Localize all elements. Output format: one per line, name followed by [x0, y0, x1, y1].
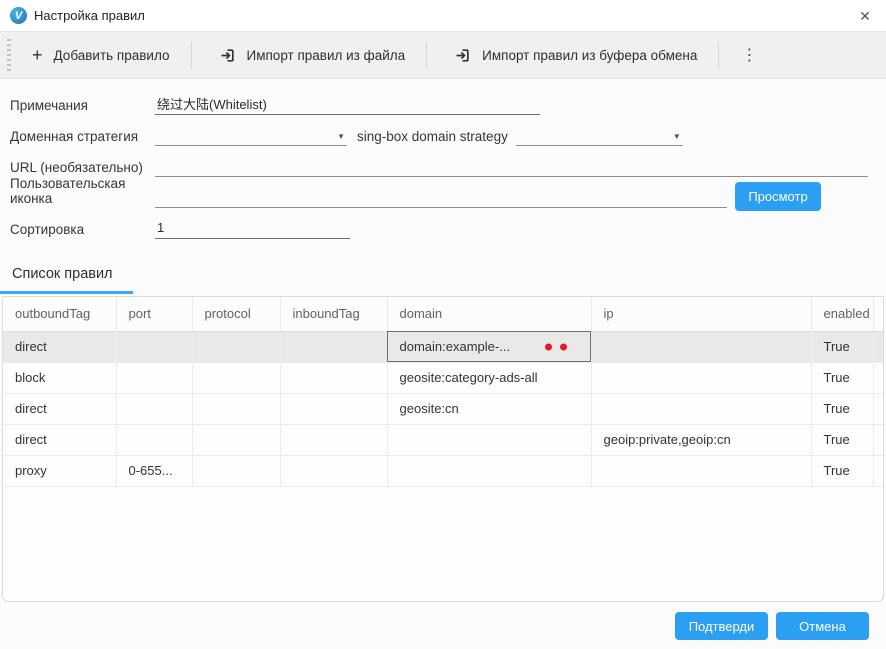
singbox-strategy-select[interactable]: ▼	[516, 126, 683, 146]
cell-spacer[interactable]	[873, 393, 884, 424]
cell-port[interactable]	[116, 424, 192, 455]
cell-enabled[interactable]: True	[811, 455, 873, 486]
cell-protocol[interactable]	[192, 393, 280, 424]
import-from-file-label: Импорт правил из файла	[247, 48, 406, 63]
cell-spacer[interactable]	[873, 455, 884, 486]
confirm-button[interactable]: Подтверди	[675, 612, 768, 640]
cell-outboundTag[interactable]: proxy	[3, 455, 116, 486]
table-row[interactable]: proxy0-655... True	[3, 455, 884, 486]
cell-outboundTag[interactable]: direct	[3, 331, 116, 362]
cell-domain[interactable]: geosite:category-ads-all	[387, 362, 591, 393]
cell-inboundTag[interactable]	[280, 455, 387, 486]
import-icon	[219, 47, 236, 64]
table-row[interactable]: direct domain:example-... True	[3, 331, 884, 362]
plus-icon: +	[32, 48, 43, 62]
toolbar-separator	[191, 41, 192, 69]
title-bar: V Настройка правил ✕	[0, 0, 886, 31]
column-header-inboundTag[interactable]: inboundTag	[280, 297, 387, 331]
cell-enabled[interactable]: True	[811, 362, 873, 393]
import-from-file-button[interactable]: Импорт правил из файла	[204, 38, 421, 73]
table-row[interactable]: direct geosite:cn True	[3, 393, 884, 424]
cell-ip[interactable]	[591, 455, 811, 486]
cell-port[interactable]: 0-655...	[116, 455, 192, 486]
cell-ip[interactable]	[591, 362, 811, 393]
sort-input[interactable]	[155, 218, 350, 239]
rules-table-header-row: outboundTagportprotocolinboundTagdomaini…	[3, 297, 884, 331]
tab-rules-list[interactable]: Список правил	[0, 260, 133, 294]
table-row[interactable]: block geosite:category-ads-all True	[3, 362, 884, 393]
cell-outboundTag[interactable]: block	[3, 362, 116, 393]
cell-inboundTag[interactable]	[280, 424, 387, 455]
cell-outboundTag[interactable]: direct	[3, 424, 116, 455]
tab-bar: Список правил	[0, 260, 133, 294]
rules-table-container: outboundTagportprotocolinboundTagdomaini…	[2, 296, 884, 602]
window-title: Настройка правил	[34, 8, 145, 23]
table-row[interactable]: direct geoip:private,geoip:cnTrue	[3, 424, 884, 455]
custom-icon-input[interactable]	[155, 187, 727, 208]
cell-protocol[interactable]	[192, 331, 280, 362]
red-dots-indicator	[545, 343, 567, 350]
rule-form: Примечания Доменная стратегия ▼ sing-box…	[10, 88, 886, 243]
column-header-protocol[interactable]: protocol	[192, 297, 280, 331]
domain-strategy-label: Доменная стратегия	[10, 129, 155, 150]
url-input[interactable]	[155, 156, 868, 177]
column-header-ip[interactable]: ip	[591, 297, 811, 331]
preview-button[interactable]: Просмотр	[735, 182, 821, 211]
custom-icon-label: Пользовательская иконка	[10, 176, 155, 212]
cell-port[interactable]	[116, 393, 192, 424]
toolbar-separator	[426, 41, 427, 69]
cell-ip[interactable]	[591, 393, 811, 424]
import-from-clipboard-label: Импорт правил из буфера обмена	[482, 48, 697, 63]
toolbar: + Добавить правило Импорт правил из файл…	[0, 31, 886, 79]
close-icon[interactable]: ✕	[856, 7, 874, 25]
cell-domain[interactable]: geosite:cn	[387, 393, 591, 424]
notes-label: Примечания	[10, 98, 155, 119]
toolbar-drag-handle[interactable]	[7, 39, 11, 71]
column-header-spacer	[873, 297, 884, 331]
cell-spacer[interactable]	[873, 424, 884, 455]
column-header-enabled[interactable]: enabled	[811, 297, 873, 331]
overflow-menu-icon[interactable]: ⋮	[725, 39, 773, 71]
cancel-button[interactable]: Отмена	[776, 612, 869, 640]
chevron-down-icon: ▼	[673, 132, 681, 141]
cell-protocol[interactable]	[192, 455, 280, 486]
rules-table: outboundTagportprotocolinboundTagdomaini…	[3, 297, 884, 487]
cell-port[interactable]	[116, 331, 192, 362]
cell-protocol[interactable]	[192, 362, 280, 393]
app-logo-icon: V	[10, 7, 27, 24]
toolbar-separator	[718, 41, 719, 69]
add-rule-button[interactable]: + Добавить правило	[17, 39, 185, 72]
cell-enabled[interactable]: True	[811, 424, 873, 455]
chevron-down-icon: ▼	[337, 132, 345, 141]
column-header-domain[interactable]: domain	[387, 297, 591, 331]
cell-inboundTag[interactable]	[280, 393, 387, 424]
cell-domain[interactable]	[387, 424, 591, 455]
cell-ip[interactable]: geoip:private,geoip:cn	[591, 424, 811, 455]
domain-strategy-select[interactable]: ▼	[155, 126, 347, 146]
sort-label: Сортировка	[10, 222, 155, 243]
notes-input[interactable]	[155, 94, 540, 115]
cell-inboundTag[interactable]	[280, 362, 387, 393]
cell-ip[interactable]	[591, 331, 811, 362]
cell-outboundTag[interactable]: direct	[3, 393, 116, 424]
rules-table-body: direct domain:example-... True block geosite…	[3, 331, 884, 486]
singbox-strategy-label: sing-box domain strategy	[347, 129, 516, 150]
cell-enabled[interactable]: True	[811, 331, 873, 362]
dialog-footer: Подтверди Отмена	[675, 612, 869, 640]
cell-inboundTag[interactable]	[280, 331, 387, 362]
import-icon	[454, 47, 471, 64]
cell-spacer[interactable]	[873, 362, 884, 393]
cell-domain[interactable]: domain:example-...	[387, 331, 591, 362]
cell-protocol[interactable]	[192, 424, 280, 455]
cell-domain[interactable]	[387, 455, 591, 486]
import-from-clipboard-button[interactable]: Импорт правил из буфера обмена	[439, 38, 712, 73]
cell-spacer[interactable]	[873, 331, 884, 362]
column-header-port[interactable]: port	[116, 297, 192, 331]
cell-port[interactable]	[116, 362, 192, 393]
add-rule-label: Добавить правило	[54, 48, 170, 63]
cell-enabled[interactable]: True	[811, 393, 873, 424]
column-header-outboundTag[interactable]: outboundTag	[3, 297, 116, 331]
